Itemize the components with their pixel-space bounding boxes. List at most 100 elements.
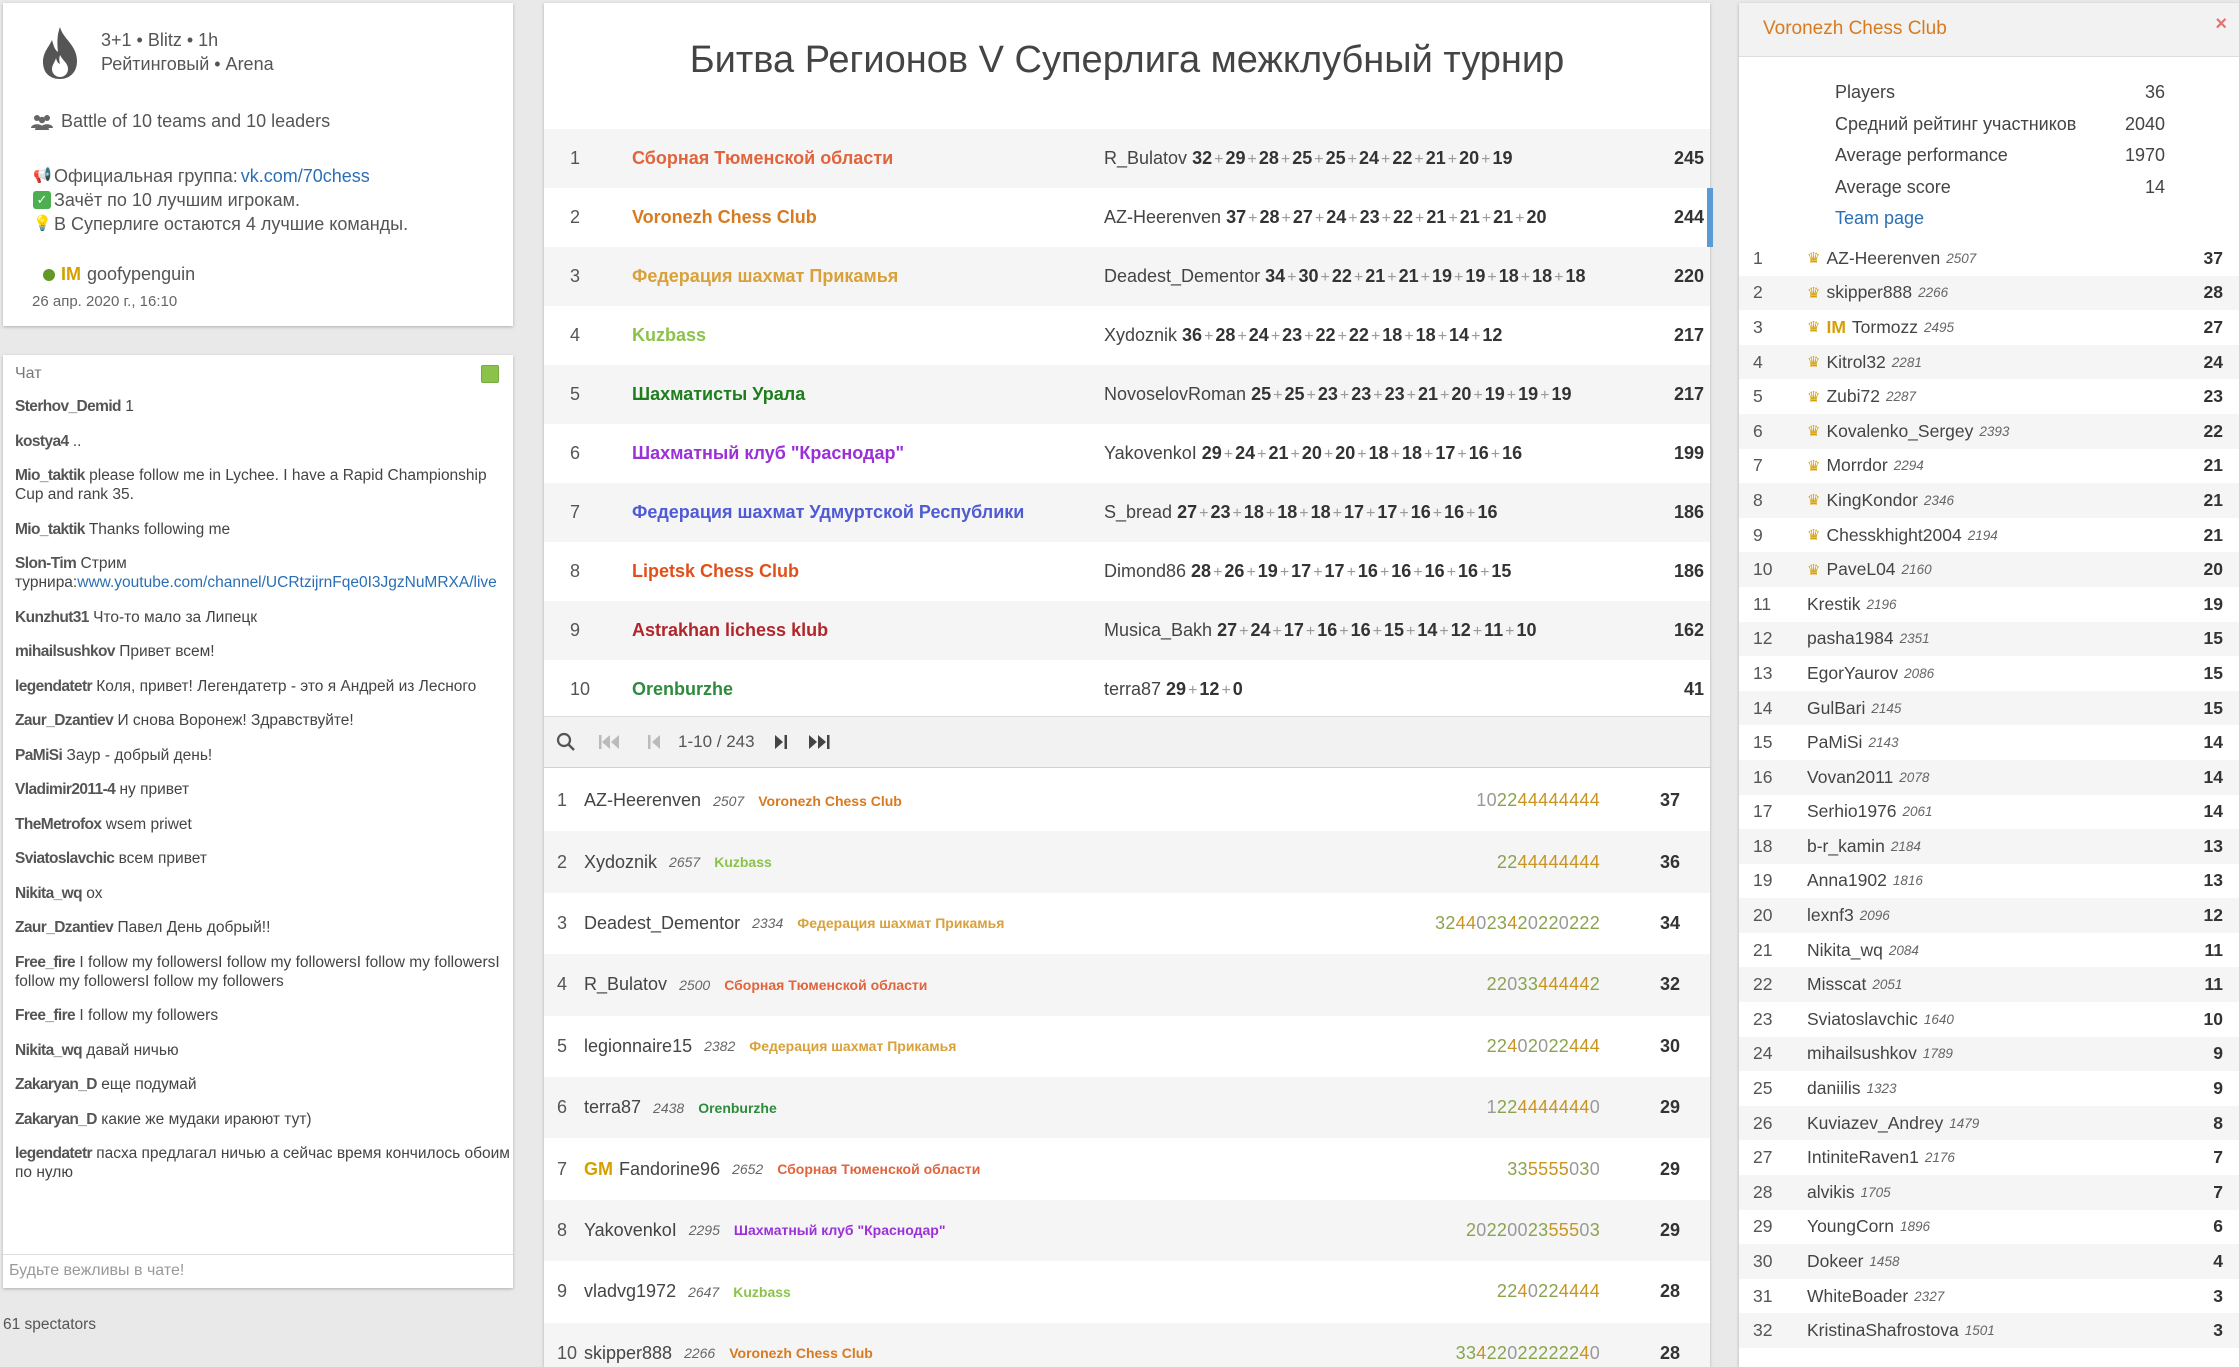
team-player-row[interactable]: 4 ♛ Kitrol32 2281 24 [1739, 344, 2239, 380]
player-name[interactable]: R_Bulatov [584, 974, 667, 995]
player-row[interactable]: 2 Xydoznik 2657 Kuzbass 2244444444 36 [544, 831, 1710, 893]
team-player-name[interactable]: Chesskhight2004 [1826, 525, 1961, 546]
team-player-row[interactable]: 8 ♛ KingKondor 2346 21 [1739, 483, 2239, 518]
chat-username[interactable]: Vladimir2011-4 [15, 781, 116, 798]
chat-username[interactable]: Sviatoslavchic [15, 850, 115, 867]
chat-username[interactable]: Free_fire [15, 1007, 76, 1024]
close-icon[interactable]: × [2215, 13, 2227, 36]
player-team[interactable]: Kuzbass [714, 854, 772, 870]
team-player-row[interactable]: 14 GulBari 2145 15 [1739, 690, 2239, 726]
team-player-name[interactable]: Kuviazev_Andrey [1807, 1113, 1943, 1134]
team-name[interactable]: Orenburzhe [632, 679, 1104, 700]
team-player-name[interactable]: Krestik [1807, 594, 1860, 615]
team-player-name[interactable]: Dokeer [1807, 1251, 1863, 1272]
team-player-row[interactable]: 11 Krestik 2196 19 [1739, 587, 2239, 622]
team-player-name[interactable]: alvikis [1807, 1182, 1855, 1203]
player-team[interactable]: Федерация шахмат Прикамья [749, 1038, 956, 1054]
player-row[interactable]: 10 skipper888 2266 Voronezh Chess Club 33422… [544, 1322, 1710, 1367]
chat-username[interactable]: legendatetr [15, 1145, 93, 1162]
team-name[interactable]: Федерация шахмат Прикамья [632, 266, 1104, 287]
team-player-row[interactable]: 20 lexnf3 2096 12 [1739, 898, 2239, 933]
team-player-row[interactable]: 30 Dokeer 1458 4 [1739, 1244, 2239, 1279]
chat-username[interactable]: kostya4 [15, 433, 69, 450]
team-leader[interactable]: Dimond86 [1104, 561, 1191, 581]
team-player-name[interactable]: Sviatoslavchic [1807, 1009, 1918, 1030]
team-name[interactable]: Сборная Тюменской области [632, 148, 1104, 169]
chat-username[interactable]: Slon-Tim [15, 555, 77, 572]
chat-username[interactable]: TheMetrofox [15, 816, 102, 833]
team-leader[interactable]: R_Bulatov [1104, 148, 1192, 168]
team-leader[interactable]: Deadest_Dementor [1104, 266, 1265, 286]
next-page-icon[interactable] [769, 730, 793, 754]
team-player-row[interactable]: 24 mihailsushkov 1789 9 [1739, 1036, 2239, 1072]
team-player-row[interactable]: 1 ♛ AZ-Heerenven 2507 37 [1739, 241, 2239, 276]
team-player-name[interactable]: KingKondor [1826, 490, 1917, 511]
team-player-name[interactable]: EgorYaurov [1807, 663, 1898, 684]
search-icon[interactable] [554, 730, 578, 754]
team-leader[interactable]: terra87 [1104, 679, 1166, 699]
player-row[interactable]: 3 Deadest_Dementor 2334 Федерация шахмат Пр… [544, 893, 1710, 954]
team-player-row[interactable]: 23 Sviatoslavchic 1640 10 [1739, 1002, 2239, 1037]
team-row[interactable]: 7 Федерация шахмат Удмуртской Республики S… [544, 483, 1710, 542]
first-page-icon[interactable] [598, 730, 622, 754]
team-name[interactable]: Шахматный клуб "Краснодар" [632, 443, 1104, 464]
player-team[interactable]: Orenburzhe [698, 1100, 777, 1116]
player-team[interactable]: Шахматный клуб "Краснодар" [734, 1222, 946, 1238]
team-row[interactable]: 4 Kuzbass Xydoznik 36 +28 +24 +23 +22 +22 +18 +18… [544, 306, 1710, 365]
team-player-row[interactable]: 26 Kuviazev_Andrey 1479 8 [1739, 1105, 2239, 1141]
player-team[interactable]: Voronezh Chess Club [729, 1345, 873, 1361]
team-player-row[interactable]: 3 ♛ IM Tormozz 2495 27 [1739, 310, 2239, 345]
team-player-name[interactable]: b-r_kamin [1807, 836, 1885, 857]
team-row[interactable]: 10 Orenburzhe terra87 29 +12 +0 41 [544, 660, 1710, 719]
player-row[interactable]: 1 AZ-Heerenven 2507 Voronezh Chess Club 1022… [544, 770, 1710, 831]
team-page-link[interactable]: Team page [1835, 203, 2165, 235]
team-player-row[interactable]: 7 ♛ Morrdor 2294 21 [1739, 449, 2239, 484]
chat-username[interactable]: Nikita_wq [15, 885, 83, 902]
team-player-row[interactable]: 17 Serhio1976 2061 14 [1739, 795, 2239, 830]
team-player-name[interactable]: skipper888 [1826, 282, 1912, 303]
team-player-row[interactable]: 19 Anna1902 1816 13 [1739, 864, 2239, 899]
team-row[interactable]: 1 Сборная Тюменской области R_Bulatov 32 +2… [544, 129, 1710, 188]
player-name[interactable]: skipper888 [584, 1343, 672, 1364]
team-player-name[interactable]: Kovalenko_Sergey [1826, 421, 1973, 442]
team-player-row[interactable]: 22 Misscat 2051 11 [1739, 967, 2239, 1003]
team-player-name[interactable]: Vovan2011 [1807, 767, 1893, 788]
team-player-row[interactable]: 21 Nikita_wq 2084 11 [1739, 933, 2239, 968]
player-row[interactable]: 5 legionnaire15 2382 Федерация шахмат Прика… [544, 1016, 1710, 1077]
team-player-row[interactable]: 12 pasha1984 2351 15 [1739, 621, 2239, 657]
team-player-row[interactable]: 29 YoungCorn 1896 6 [1739, 1210, 2239, 1245]
team-name[interactable]: Kuzbass [632, 325, 1104, 346]
team-player-row[interactable]: 18 b-r_kamin 2184 13 [1739, 829, 2239, 864]
player-row[interactable]: 8 YakovenkoI 2295 Шахматный клуб "Краснодар… [544, 1199, 1710, 1262]
team-player-name[interactable]: Misscat [1807, 974, 1866, 995]
team-player-name[interactable]: Serhio1976 [1807, 801, 1897, 822]
team-row[interactable]: 5 Шахматисты Урала NovoselovRoman 25 +25 +23… [544, 365, 1710, 424]
chat-username[interactable]: Zaur_Dzantiev [15, 919, 114, 936]
chat-username[interactable]: Mio_taktik [15, 467, 85, 484]
player-row[interactable]: 6 terra87 2438 Orenburzhe 12244444440 29 [544, 1076, 1710, 1139]
player-row[interactable]: 7 GM Fandorine96 2652 Сборная Тюменской обла… [544, 1138, 1710, 1199]
team-player-row[interactable]: 9 ♛ Chesskhight2004 2194 21 [1739, 518, 2239, 553]
team-player-name[interactable]: Anna1902 [1807, 870, 1887, 891]
chat-username[interactable]: Sterhov_Demid [15, 398, 122, 415]
vk-group-link[interactable]: vk.com/70chess [241, 164, 370, 188]
team-player-name[interactable]: PaMiSi [1807, 732, 1862, 753]
team-player-name[interactable]: PaveL04 [1826, 559, 1895, 580]
team-leader[interactable]: Musica_Bakh [1104, 620, 1217, 640]
player-name[interactable]: Fandorine96 [619, 1159, 720, 1180]
tournament-creator[interactable]: IM goofypenguin [43, 264, 195, 285]
team-name[interactable]: Федерация шахмат Удмуртской Республики [632, 502, 1104, 523]
team-player-row[interactable]: 31 WhiteBoader 2327 3 [1739, 1279, 2239, 1314]
team-leader[interactable]: Xydoznik [1104, 325, 1182, 345]
team-player-name[interactable]: Kitrol32 [1826, 352, 1885, 373]
team-player-name[interactable]: daniilis [1807, 1078, 1861, 1099]
chat-username[interactable]: Kunzhut31 [15, 609, 89, 626]
team-row[interactable]: 3 Федерация шахмат Прикамья Deadest_Dement… [544, 247, 1710, 306]
team-player-name[interactable]: KristinaShafrostova [1807, 1320, 1959, 1341]
chat-username[interactable]: Mio_taktik [15, 521, 85, 538]
team-name[interactable]: Шахматисты Урала [632, 384, 1104, 405]
player-name[interactable]: YakovenkoI [584, 1220, 677, 1241]
chat-username[interactable]: Zakaryan_D [15, 1111, 97, 1128]
team-player-name[interactable]: pasha1984 [1807, 628, 1894, 649]
team-player-row[interactable]: 28 alvikis 1705 7 [1739, 1175, 2239, 1210]
